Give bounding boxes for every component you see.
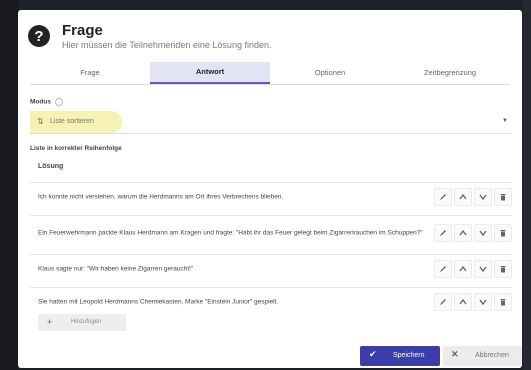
trash-icon: [500, 299, 506, 306]
pencil-icon: [440, 194, 446, 200]
move-up-button[interactable]: [454, 260, 472, 278]
list-item-text: Klaus sagte nur: "Wir haben keine Zigarr…: [38, 265, 194, 273]
move-down-button[interactable]: [474, 224, 492, 242]
list-item: Sie hatten mit Leopold Herdmanns Chemiek…: [30, 287, 512, 316]
list-item: Klaus sagte nur: "Wir haben keine Zigarr…: [30, 254, 512, 283]
cancel-button[interactable]: ✕ Abbrechen: [443, 346, 522, 366]
dialog-subtitle: Hier müssen die Teilnehmenden eine Lösun…: [62, 40, 272, 50]
move-down-button[interactable]: [474, 293, 492, 311]
chevron-down-icon[interactable]: ▼: [502, 118, 508, 124]
modus-select-value: Liste sortieren: [50, 118, 94, 125]
move-down-button[interactable]: [474, 188, 492, 206]
chevron-up-icon: [459, 193, 467, 200]
question-dialog: ? Frage Hier müssen die Teilnehmenden ei…: [18, 10, 522, 368]
tab-bar: Frage Antwort Optionen Zeitbegrenzung: [30, 62, 510, 85]
trash-icon: [500, 194, 506, 201]
tab-antwort[interactable]: Antwort: [150, 62, 270, 84]
move-up-button[interactable]: [454, 188, 472, 206]
background-left: [0, 0, 18, 370]
delete-button[interactable]: [494, 260, 512, 278]
item-actions: [432, 224, 512, 242]
item-actions: [432, 188, 512, 206]
question-icon: ?: [28, 25, 50, 47]
modus-label-text: Modus: [30, 98, 51, 106]
info-icon[interactable]: [54, 98, 63, 106]
edit-button[interactable]: [434, 224, 452, 242]
sort-list-icon: ⇅: [37, 117, 44, 126]
dialog-footer: ✔ Speichern ✕ Abbrechen: [18, 342, 522, 368]
cancel-label: Abbrechen: [475, 352, 509, 359]
modus-label: Modus: [30, 98, 63, 106]
tab-frage[interactable]: Frage: [30, 62, 150, 84]
list-item-text: Sie hatten mit Leopold Herdmanns Chemiek…: [38, 298, 279, 306]
move-up-button[interactable]: [454, 224, 472, 242]
list-item-text: Ein Feuerwehrmann packte Klaus Herdmann …: [38, 229, 423, 237]
add-item-label: Hinzufügen: [71, 319, 102, 325]
pencil-icon: [440, 230, 446, 236]
solution-header: Lösung: [38, 163, 64, 170]
dialog-title: Frage: [62, 22, 103, 39]
save-label: Speichern: [393, 352, 425, 359]
list-item: Ein Feuerwehrmann packte Klaus Herdmann …: [30, 215, 512, 250]
tab-optionen[interactable]: Optionen: [270, 62, 390, 84]
dialog-header: ? Frage Hier müssen die Teilnehmenden ei…: [28, 20, 512, 54]
chevron-down-icon: [479, 299, 487, 306]
list-item: Ich konnte nicht verstehen, warum die He…: [30, 182, 512, 211]
save-button[interactable]: ✔ Speichern: [360, 346, 440, 366]
check-icon: ✔: [369, 349, 377, 359]
move-down-button[interactable]: [474, 260, 492, 278]
edit-button[interactable]: [434, 260, 452, 278]
chevron-down-icon: [479, 230, 487, 237]
pencil-icon: [440, 299, 446, 305]
list-item-text: Ich konnte nicht verstehen, warum die He…: [38, 193, 284, 201]
list-label: Liste in korrekter Reihenfolge: [30, 145, 122, 152]
background-top: [0, 0, 531, 10]
item-actions: [432, 260, 512, 278]
solution-list: Ich konnte nicht verstehen, warum die He…: [30, 182, 512, 320]
item-actions: [432, 293, 512, 311]
chevron-down-icon: [479, 266, 487, 273]
close-icon: ✕: [451, 349, 459, 359]
chevron-up-icon: [459, 265, 467, 272]
background-right: [523, 0, 531, 370]
delete-button[interactable]: [494, 188, 512, 206]
move-up-button[interactable]: [454, 293, 472, 311]
trash-icon: [500, 266, 506, 273]
edit-button[interactable]: [434, 188, 452, 206]
plus-icon: +: [47, 317, 53, 327]
chevron-down-icon: [479, 194, 487, 201]
trash-icon: [500, 230, 506, 237]
chevron-up-icon: [459, 298, 467, 305]
tab-zeitbegrenzung[interactable]: Zeitbegrenzung: [390, 62, 510, 84]
chevron-up-icon: [459, 229, 467, 236]
modus-select[interactable]: ⇅ Liste sortieren ▼: [30, 111, 512, 134]
pencil-icon: [440, 266, 446, 272]
edit-button[interactable]: [434, 293, 452, 311]
delete-button[interactable]: [494, 224, 512, 242]
delete-button[interactable]: [494, 293, 512, 311]
add-item-button[interactable]: + Hinzufügen: [38, 314, 126, 331]
